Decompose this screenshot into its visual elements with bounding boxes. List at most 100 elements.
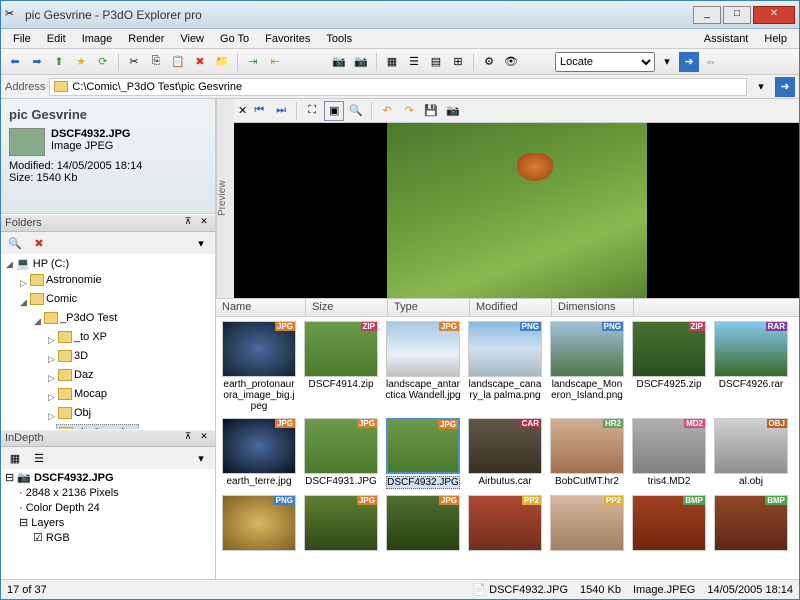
thumbnail-item[interactable]: HR2 BobCutMT.hr2 xyxy=(548,418,626,489)
indepth-close-icon[interactable]: ✕ xyxy=(197,431,211,445)
thumbnail-item[interactable]: OBJ al.obj xyxy=(712,418,790,489)
thumbnail-item[interactable]: PNG landscape_Moneron_Island.png xyxy=(548,321,626,412)
new-folder-button[interactable]: 📁 xyxy=(212,52,232,72)
thumbnail-item[interactable]: PP2 xyxy=(466,495,544,553)
indepth-btn1[interactable]: ▦ xyxy=(5,448,25,468)
folder-delete-button[interactable]: ✖ xyxy=(29,233,49,253)
folders-header[interactable]: Folders ⊼ ✕ xyxy=(1,214,215,232)
menu-image[interactable]: Image xyxy=(74,31,121,47)
folders-pin-icon[interactable]: ⊼ xyxy=(181,216,195,230)
thumbnail-item[interactable]: JPG xyxy=(384,495,462,553)
folder-menu-button[interactable]: ▾ xyxy=(191,233,211,253)
back-button[interactable]: ⬅ xyxy=(5,52,25,72)
menu-goto[interactable]: Go To xyxy=(212,31,257,47)
thumbnail-item[interactable]: PNG xyxy=(220,495,298,553)
import-button[interactable]: ⇥ xyxy=(243,52,263,72)
up-button[interactable]: ⬆ xyxy=(49,52,69,72)
indepth-tree[interactable]: ⊟ 📷 DSCF4932.JPG · 2848 x 2136 Pixels · … xyxy=(1,469,215,579)
thumbnail-item[interactable]: CAR Airbutus.car xyxy=(466,418,544,489)
preview-zoom-button[interactable]: 🔍 xyxy=(346,101,366,121)
folders-close-icon[interactable]: ✕ xyxy=(197,216,211,230)
paste-button[interactable]: 📋 xyxy=(168,52,188,72)
thumbnail-item[interactable]: PNG landscape_canary_la palma.png xyxy=(466,321,544,412)
locate-go-button[interactable]: ➜ xyxy=(679,52,699,72)
misc2-button[interactable]: 👁 xyxy=(501,52,521,72)
thumbnail-grid[interactable]: JPG earth_protonaurora_image_big.jpeg ZI… xyxy=(216,317,799,579)
folder-tree[interactable]: ◢💻 HP (C:) ▷ Astronomie ◢ Comic ◢ _P3dO … xyxy=(1,254,215,429)
info-panel: pic Gesvrine DSCF4932.JPG Image JPEG Mod… xyxy=(1,99,215,214)
view-tiles-button[interactable]: ⊞ xyxy=(448,52,468,72)
grid-header[interactable]: Name Size Type Modified Dimensions xyxy=(216,299,799,317)
preview-last-button[interactable]: ⏭ xyxy=(271,101,291,121)
menu-assistant[interactable]: Assistant xyxy=(696,31,757,47)
titlebar[interactable]: ✂ pic Gesvrine - P3dO Explorer pro _ □ ✕ xyxy=(1,1,799,29)
thumbnail-item[interactable]: JPG landscape_antarctica Wandell.jpg xyxy=(384,321,462,412)
camera1-button[interactable]: 📷 xyxy=(329,52,349,72)
refresh-button[interactable]: ⟳ xyxy=(93,52,113,72)
preview-save-button[interactable]: 💾 xyxy=(421,101,441,121)
locate-select[interactable]: Locate xyxy=(555,52,655,72)
view-thumb-button[interactable]: ▦ xyxy=(382,52,402,72)
thumbnail-name: DSCF4914.zip xyxy=(308,379,373,390)
indepth-toolbar: ▦ ☰ ▾ xyxy=(1,447,215,469)
export-button[interactable]: ⇤ xyxy=(265,52,285,72)
star-button[interactable]: ★ xyxy=(71,52,91,72)
view-list-button[interactable]: ☰ xyxy=(404,52,424,72)
misc1-button[interactable]: ⚙ xyxy=(479,52,499,72)
info-folder-name: pic Gesvrine xyxy=(9,107,207,122)
col-size[interactable]: Size xyxy=(306,299,388,316)
preview-close-icon[interactable]: ✕ xyxy=(238,104,247,117)
thumbnail-item[interactable]: JPG earth_terre.jpg xyxy=(220,418,298,489)
menu-render[interactable]: Render xyxy=(120,31,172,47)
thumbnail-item[interactable]: MD2 tris4.MD2 xyxy=(630,418,708,489)
preview-image-area[interactable] xyxy=(234,123,799,298)
menu-help[interactable]: Help xyxy=(756,31,795,47)
thumbnail-item[interactable]: JPG DSCF4931.JPG xyxy=(302,418,380,489)
app-icon: ✂ xyxy=(5,7,21,23)
menu-view[interactable]: View xyxy=(172,31,212,47)
minimize-button[interactable]: _ xyxy=(693,6,721,24)
locate-dropdown[interactable]: ▾ xyxy=(657,52,677,72)
preview-actual-button[interactable]: ▣ xyxy=(324,101,344,121)
locate-expand-button[interactable]: ⇔ xyxy=(701,52,721,72)
menu-edit[interactable]: Edit xyxy=(39,31,74,47)
indepth-header[interactable]: InDepth ⊼ ✕ xyxy=(1,429,215,447)
thumbnail-item[interactable]: BMP xyxy=(630,495,708,553)
menu-file[interactable]: File xyxy=(5,31,39,47)
address-dropdown[interactable]: ▾ xyxy=(751,77,771,97)
camera2-button[interactable]: 📷 xyxy=(351,52,371,72)
col-dimensions[interactable]: Dimensions xyxy=(552,299,634,316)
thumbnail-name: landscape_canary_la palma.png xyxy=(467,379,543,401)
thumbnail-item[interactable]: PP2 xyxy=(548,495,626,553)
address-path[interactable]: C:\Comic\_P3dO Test\pic Gesvrine xyxy=(49,78,747,96)
indepth-pin-icon[interactable]: ⊼ xyxy=(181,431,195,445)
cut-button[interactable]: ✂ xyxy=(124,52,144,72)
col-name[interactable]: Name xyxy=(216,299,306,316)
thumbnail-item[interactable]: JPG earth_protonaurora_image_big.jpeg xyxy=(220,321,298,412)
preview-fit-button[interactable]: ⛶ xyxy=(302,101,322,121)
thumbnail-item[interactable]: JPG xyxy=(302,495,380,553)
close-button[interactable]: ✕ xyxy=(753,6,795,24)
col-type[interactable]: Type xyxy=(388,299,470,316)
thumbnail-item[interactable]: ZIP DSCF4914.zip xyxy=(302,321,380,412)
preview-first-button[interactable]: ⏮ xyxy=(249,101,269,121)
preview-camera-button[interactable]: 📷 xyxy=(443,101,463,121)
thumbnail-item[interactable]: RAR DSCF4926.rar xyxy=(712,321,790,412)
forward-button[interactable]: ➡ xyxy=(27,52,47,72)
menu-favorites[interactable]: Favorites xyxy=(257,31,318,47)
indepth-btn2[interactable]: ☰ xyxy=(29,448,49,468)
indepth-menu-button[interactable]: ▾ xyxy=(191,448,211,468)
thumbnail-item[interactable]: JPG DSCF4932.JPG xyxy=(384,418,462,489)
thumbnail-item[interactable]: BMP xyxy=(712,495,790,553)
preview-rotate-left-button[interactable]: ↶ xyxy=(377,101,397,121)
view-detail-button[interactable]: ▤ xyxy=(426,52,446,72)
folder-search-button[interactable]: 🔍 xyxy=(5,233,25,253)
col-modified[interactable]: Modified xyxy=(470,299,552,316)
delete-button[interactable]: ✖ xyxy=(190,52,210,72)
menu-tools[interactable]: Tools xyxy=(318,31,360,47)
maximize-button[interactable]: □ xyxy=(723,6,751,24)
copy-button[interactable]: ⎘ xyxy=(146,52,166,72)
preview-rotate-right-button[interactable]: ↷ xyxy=(399,101,419,121)
thumbnail-item[interactable]: ZIP DSCF4925.zip xyxy=(630,321,708,412)
address-go-button[interactable]: ➜ xyxy=(775,77,795,97)
